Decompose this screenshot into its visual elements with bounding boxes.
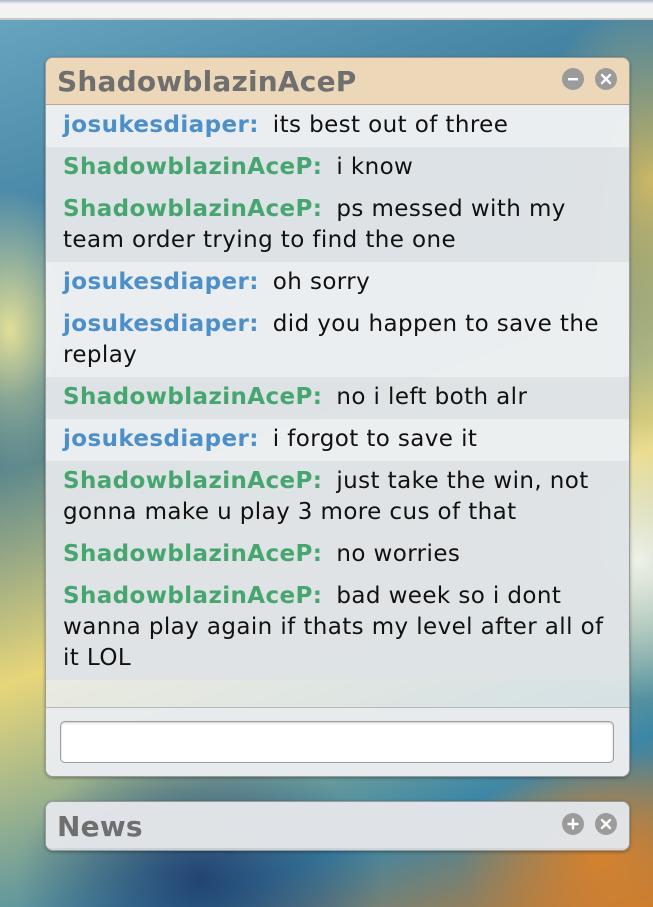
news-window: News bbox=[45, 801, 630, 851]
news-title: News bbox=[57, 810, 143, 843]
message-sender[interactable]: ShadowblazinAceP: bbox=[63, 583, 322, 609]
message-text: no worries bbox=[336, 541, 461, 567]
chat-message: josukesdiaper: oh sorry bbox=[46, 262, 629, 304]
message-sender[interactable]: josukesdiaper: bbox=[63, 426, 259, 452]
message-text: i forgot to save it bbox=[272, 426, 478, 452]
chat-message: ShadowblazinAceP: no worries bbox=[46, 534, 629, 576]
close-icon[interactable] bbox=[595, 68, 617, 90]
chat-message: josukesdiaper: did you happen to save the… bbox=[46, 304, 629, 377]
message-sender[interactable]: ShadowblazinAceP: bbox=[63, 154, 322, 180]
message-sender[interactable]: ShadowblazinAceP: bbox=[63, 468, 322, 494]
message-sender[interactable]: josukesdiaper: bbox=[63, 112, 259, 138]
chat-composer bbox=[46, 707, 629, 776]
message-sender[interactable]: josukesdiaper: bbox=[63, 311, 259, 337]
chat-input[interactable] bbox=[60, 721, 614, 763]
message-text: its best out of three bbox=[272, 112, 509, 138]
chat-title: ShadowblazinAceP bbox=[57, 65, 357, 98]
message-sender[interactable]: ShadowblazinAceP: bbox=[63, 196, 322, 222]
minimize-icon[interactable] bbox=[562, 68, 584, 90]
message-sender[interactable]: josukesdiaper: bbox=[63, 269, 259, 295]
chat-log[interactable]: josukesdiaper: its best out of three Shad… bbox=[46, 105, 629, 707]
expand-icon[interactable] bbox=[562, 813, 584, 835]
chat-message: ShadowblazinAceP: ps messed with my team … bbox=[46, 189, 629, 262]
message-sender[interactable]: ShadowblazinAceP: bbox=[63, 541, 322, 567]
message-text: oh sorry bbox=[272, 269, 371, 295]
close-icon[interactable] bbox=[595, 813, 617, 835]
chat-message: ShadowblazinAceP: bad week so i dont wann… bbox=[46, 576, 629, 680]
message-text: no i left both alr bbox=[336, 384, 528, 410]
chat-titlebar[interactable]: ShadowblazinAceP bbox=[46, 58, 629, 105]
top-bar bbox=[0, 0, 653, 20]
message-sender[interactable]: ShadowblazinAceP: bbox=[63, 384, 322, 410]
chat-message: josukesdiaper: its best out of three bbox=[46, 105, 629, 147]
news-titlebar[interactable]: News bbox=[46, 802, 629, 848]
message-text: i know bbox=[336, 154, 414, 180]
chat-window: ShadowblazinAceP josukesdiaper: its best … bbox=[45, 57, 630, 777]
chat-message: ShadowblazinAceP: i know bbox=[46, 147, 629, 189]
chat-message: ShadowblazinAceP: just take the win, not … bbox=[46, 461, 629, 534]
chat-message: josukesdiaper: i forgot to save it bbox=[46, 419, 629, 461]
chat-message: ShadowblazinAceP: no i left both alr bbox=[46, 377, 629, 419]
